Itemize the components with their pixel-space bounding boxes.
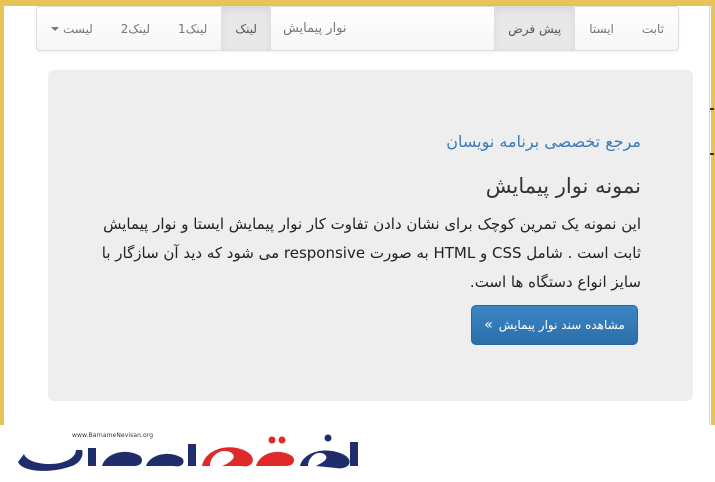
nav-item-link[interactable]: لینک bbox=[221, 7, 271, 50]
jumbotron: مرجع تخصصی برنامه نویسان نمونه نوار پیما… bbox=[48, 70, 693, 401]
navbar-right-group: ثابت ایستا پیش فرض bbox=[494, 7, 678, 50]
jumbotron-lead: این نمونه یک تمرین کوچک برای نشان دادن ت… bbox=[101, 215, 641, 291]
view-docs-button-label: مشاهده سند نوار پیمایش bbox=[498, 318, 625, 332]
navbar-left-group: نوار پیمایش لینک لینک1 لینک2 لیست bbox=[37, 7, 361, 50]
navbar: ثابت ایستا پیش فرض نوار پیمایش لینک لینک… bbox=[36, 6, 679, 51]
jumbotron-subtitle: مرجع تخصصی برنامه نویسان bbox=[446, 132, 641, 151]
view-docs-button[interactable]: مشاهده سند نوار پیمایش » bbox=[471, 305, 638, 345]
logo-url: www.BarnameNevisan.org bbox=[72, 432, 154, 439]
nav-item-list-dropdown[interactable]: لیست bbox=[37, 7, 107, 50]
nav-item-static[interactable]: ایستا bbox=[575, 7, 628, 50]
jumbotron-title: نمونه نوار پیمایش bbox=[485, 174, 641, 198]
nav-item-default[interactable]: پیش فرض bbox=[494, 7, 576, 50]
edge-marker bbox=[710, 153, 714, 155]
double-chevron-icon: » bbox=[484, 317, 493, 333]
navbar-brand[interactable]: نوار پیمایش bbox=[271, 7, 361, 50]
page-edge-line bbox=[709, 6, 710, 425]
nav-item-fixed[interactable]: ثابت bbox=[628, 7, 678, 50]
edge-marker bbox=[710, 108, 714, 110]
logo-wordmark-icon bbox=[18, 434, 358, 471]
caret-down-icon bbox=[51, 26, 59, 31]
nav-item-list-label: لیست bbox=[63, 21, 93, 36]
window-frame-right bbox=[711, 0, 715, 425]
nav-item-link2[interactable]: لینک2 bbox=[107, 7, 164, 50]
nav-item-link1[interactable]: لینک1 bbox=[164, 7, 221, 50]
site-logo bbox=[10, 426, 370, 478]
